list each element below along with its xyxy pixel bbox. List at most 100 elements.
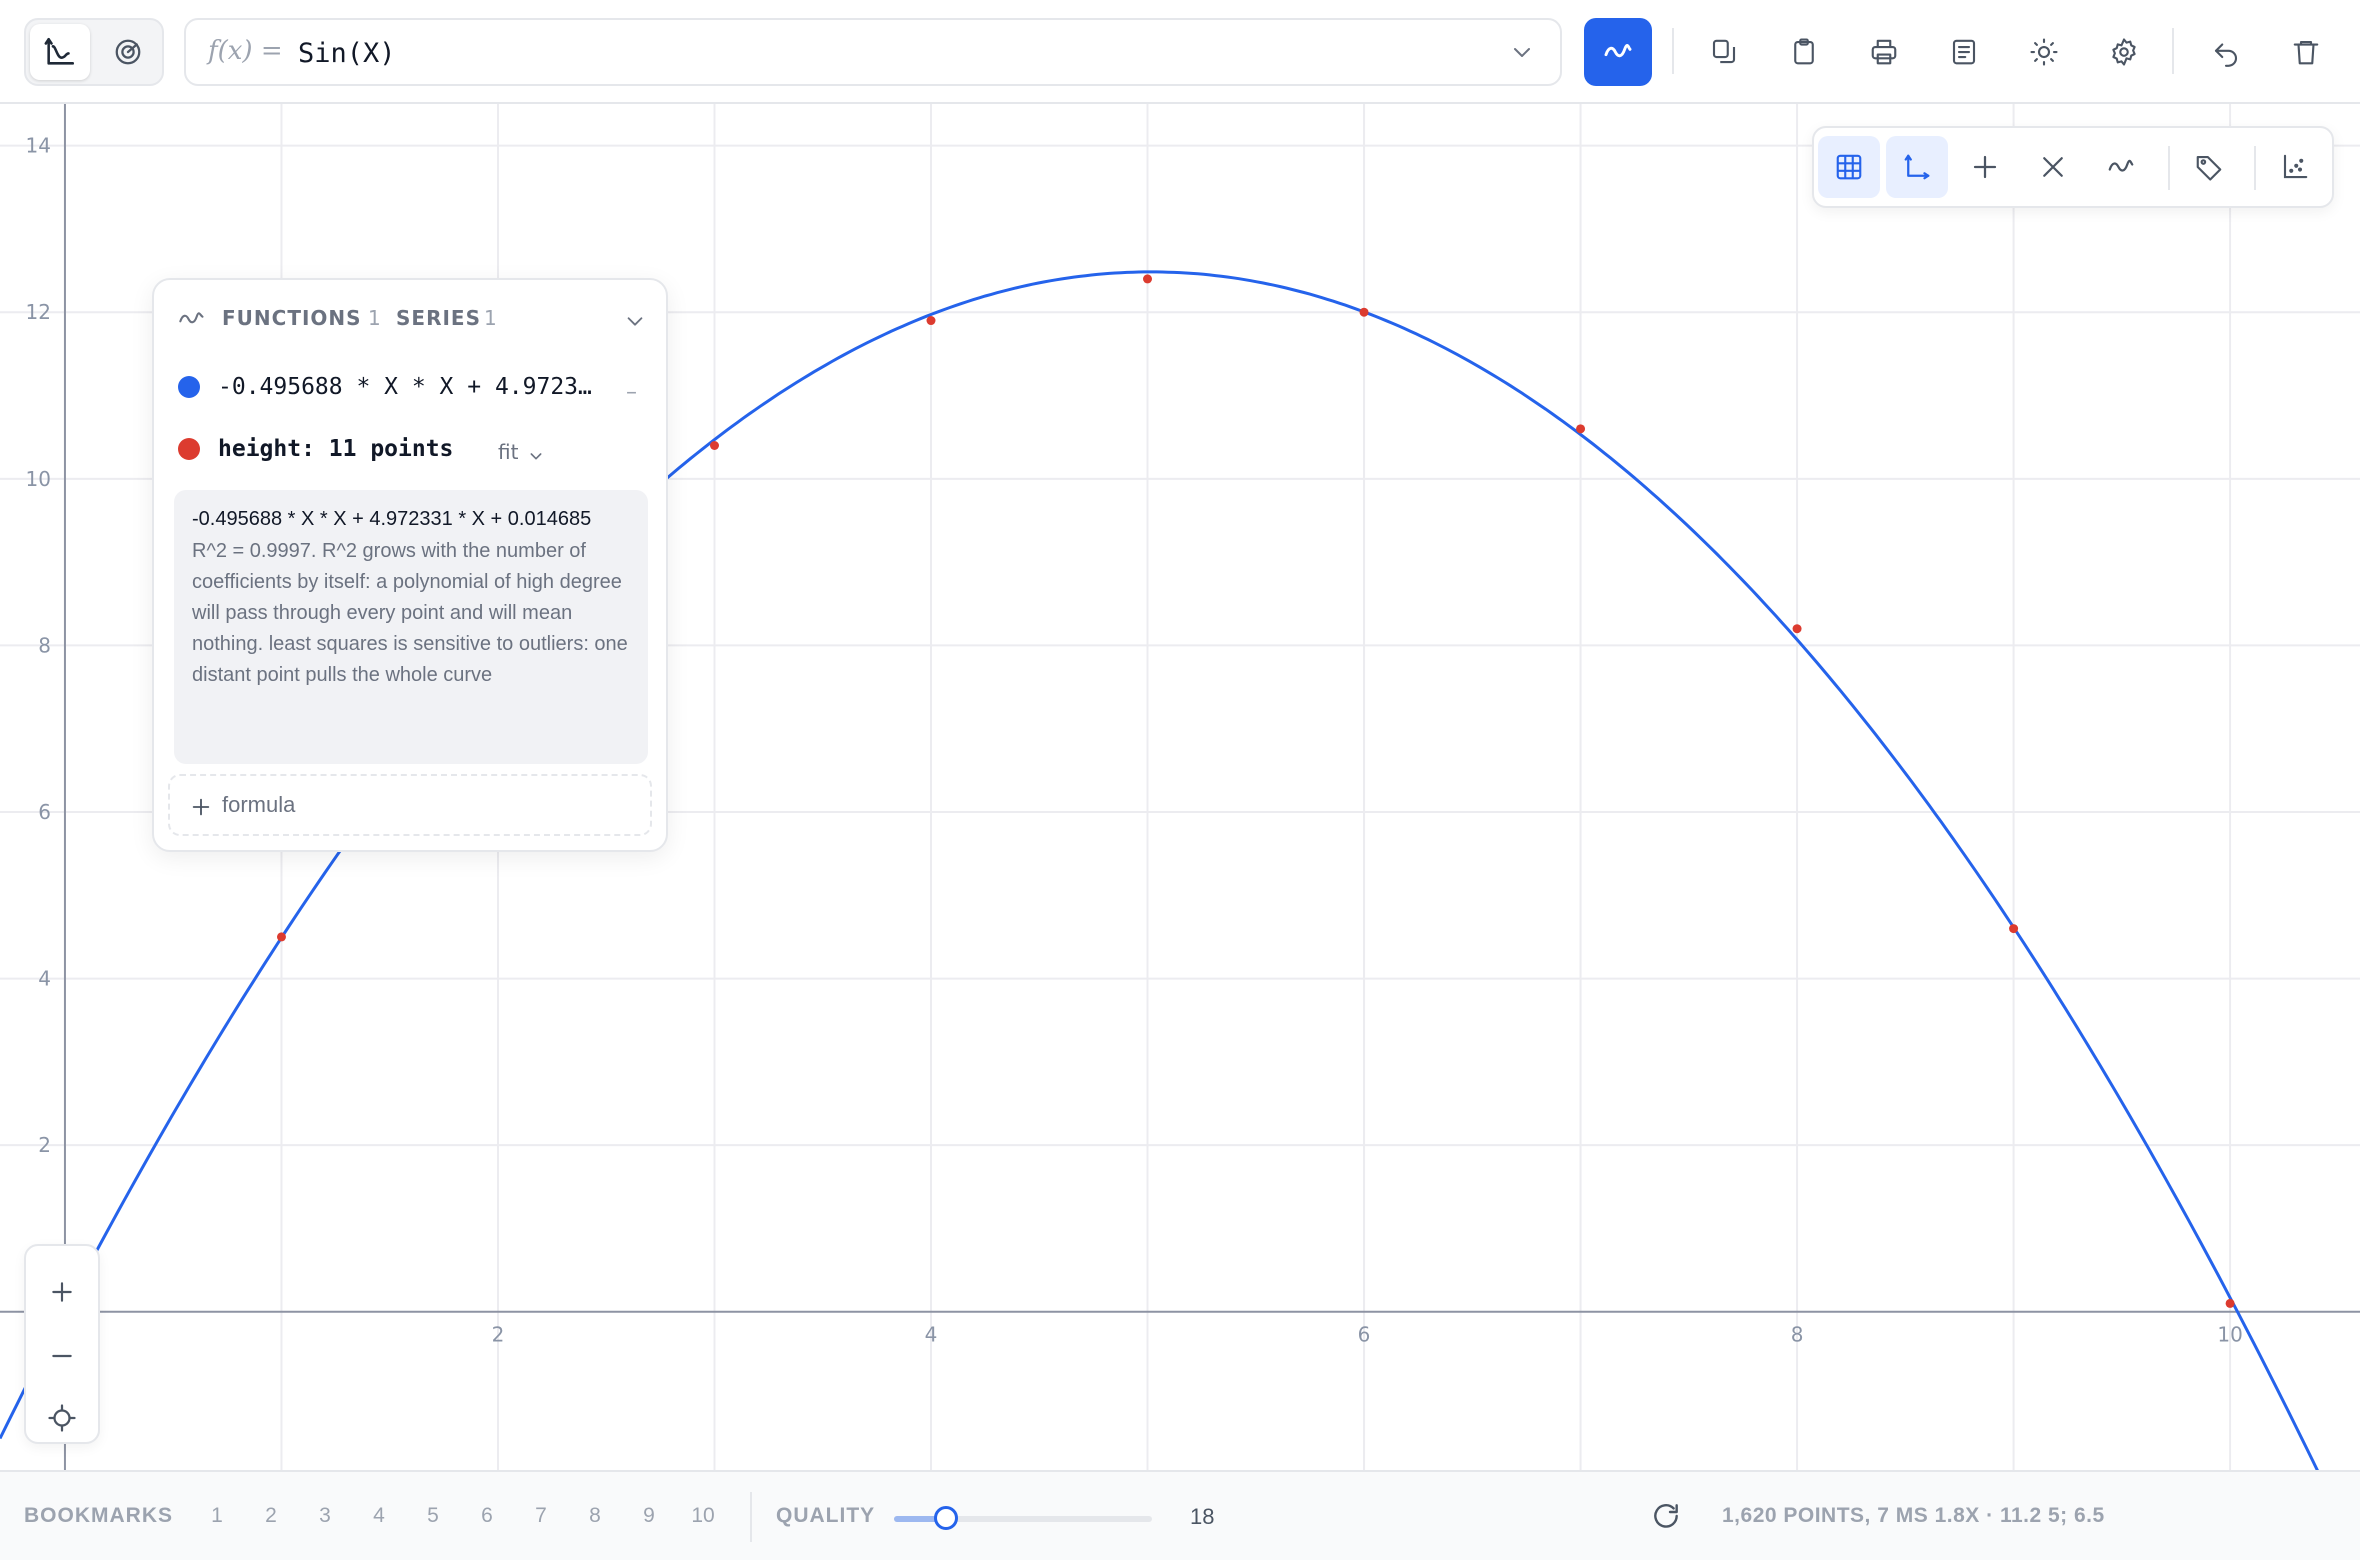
- bookmark-8[interactable]: 8: [575, 1504, 615, 1528]
- series-name[interactable]: height: 11 points: [218, 436, 453, 462]
- bookmark-2[interactable]: 2: [251, 1504, 291, 1528]
- bookmark-5[interactable]: 5: [413, 1504, 453, 1528]
- y-tick-label: 8: [38, 633, 51, 657]
- scatter-toggle[interactable]: [2264, 136, 2326, 198]
- graph-mode-button[interactable]: [30, 24, 90, 80]
- bookmark-7[interactable]: 7: [521, 1504, 561, 1528]
- gear-icon: [2112, 38, 2136, 66]
- collapse-panel-button[interactable]: [624, 310, 646, 336]
- quality-slider-handle[interactable]: [933, 1506, 958, 1530]
- paste-button[interactable]: [1778, 26, 1830, 78]
- target-icon: [115, 39, 141, 65]
- fit-formula: -0.495688 * X * X + 4.972331 * X + 0.014…: [192, 508, 592, 530]
- toolbar-divider: [1672, 28, 1674, 74]
- functions-count: 1: [368, 306, 381, 330]
- fit-result-box: -0.495688 * X * X + 4.972331 * X + 0.014…: [174, 490, 648, 764]
- x-tick-label: 6: [1358, 1323, 1371, 1347]
- plus-icon: [52, 1282, 72, 1302]
- undo-icon: [2214, 43, 2237, 67]
- zoom-controls: [24, 1244, 100, 1444]
- refresh-button[interactable]: [1650, 1500, 1682, 1537]
- y-tick-label: 2: [38, 1133, 51, 1157]
- delete-button[interactable]: [2280, 26, 2332, 78]
- data-point: [1576, 424, 1586, 434]
- remove-function-button[interactable]: –: [626, 380, 637, 405]
- recenter-button[interactable]: [36, 1392, 88, 1444]
- sun-icon: [2030, 38, 2058, 66]
- data-point: [709, 441, 719, 450]
- functions-label: FUNCTIONS: [222, 306, 362, 330]
- grid-toggle[interactable]: [1818, 136, 1880, 198]
- intersections-toggle[interactable]: [2022, 136, 2084, 198]
- quality-label: QUALITY: [776, 1504, 876, 1527]
- document-button[interactable]: [1938, 26, 1990, 78]
- tools-divider: [2168, 146, 2170, 190]
- mode-switcher: [24, 18, 164, 86]
- functions-panel: FUNCTIONS 1 SERIES 1 -0.495688 * X * X +…: [152, 278, 668, 852]
- add-formula-label: formula: [222, 792, 296, 817]
- bottom-bar: BOOKMARKS 1 2 3 4 5 6 7 8 9 10 QUALITY 1…: [0, 1470, 2360, 1560]
- axes-chart-icon: [44, 37, 75, 65]
- labels-toggle[interactable]: [2178, 136, 2240, 198]
- derivative-toggle[interactable]: [2090, 136, 2152, 198]
- data-point: [2225, 1298, 2235, 1308]
- wave-icon: [179, 312, 204, 324]
- bookmark-6[interactable]: 6: [467, 1504, 507, 1528]
- bookmark-1[interactable]: 1: [197, 1504, 237, 1528]
- y-tick-label: 4: [38, 967, 51, 991]
- axes-icon: [1904, 154, 1930, 180]
- document-icon: [1952, 39, 1976, 65]
- y-tick-label: 10: [26, 467, 51, 491]
- quality-value: 18: [1190, 1504, 1215, 1529]
- quality-slider[interactable]: [894, 1506, 1152, 1530]
- settings-button[interactable]: [2098, 26, 2150, 78]
- formula-history-dropdown[interactable]: [1510, 40, 1534, 68]
- plot-button[interactable]: [1584, 18, 1652, 86]
- chevron-down-icon: [530, 453, 542, 460]
- y-tick-label: 12: [26, 300, 51, 324]
- data-point: [276, 932, 286, 942]
- data-point: [1359, 307, 1369, 317]
- formula-input[interactable]: [296, 30, 1440, 76]
- formula-bar: f(x) =: [184, 18, 1562, 86]
- scatter-icon: [2283, 154, 2308, 179]
- copy-button[interactable]: [1698, 26, 1750, 78]
- polar-mode-button[interactable]: [98, 24, 158, 80]
- tag-icon: [2196, 155, 2222, 181]
- clipboard-icon: [1794, 38, 1814, 65]
- series-color-dot[interactable]: [178, 438, 200, 460]
- fit-chevron[interactable]: [528, 448, 544, 468]
- plus-icon: [192, 798, 210, 816]
- add-formula-button[interactable]: formula: [168, 774, 652, 836]
- x-tick-label: 4: [925, 1323, 938, 1347]
- bookmarks-label: BOOKMARKS: [24, 1504, 173, 1527]
- x-tick-label: 10: [2217, 1323, 2242, 1347]
- grid-icon: [1836, 154, 1862, 180]
- function-expression[interactable]: -0.495688 * X * X + 4.9723…: [218, 374, 592, 400]
- y-tick-label: 14: [26, 134, 51, 158]
- fit-description: R^2 = 0.9997. R^2 grows with the number …: [192, 540, 628, 686]
- render-status: 1,620 POINTS, 7 MS 1.8X · 11.2 5; 6.5: [1722, 1504, 2105, 1527]
- bookmark-4[interactable]: 4: [359, 1504, 399, 1528]
- bookmark-9[interactable]: 9: [629, 1504, 669, 1528]
- undo-button[interactable]: [2200, 26, 2252, 78]
- bottom-divider: [750, 1492, 752, 1542]
- bookmark-10[interactable]: 10: [683, 1504, 723, 1528]
- function-color-dot[interactable]: [178, 376, 200, 398]
- print-button[interactable]: [1858, 26, 1910, 78]
- wave-icon: [1604, 43, 1632, 58]
- data-point: [1792, 624, 1802, 634]
- x-icon: [2043, 157, 2063, 177]
- top-toolbar: f(x) =: [0, 0, 2360, 104]
- theme-button[interactable]: [2018, 26, 2070, 78]
- zoom-in-button[interactable]: [36, 1266, 88, 1318]
- data-point: [2009, 924, 2019, 934]
- wave-icon: [2108, 159, 2134, 172]
- axes-toggle[interactable]: [1886, 136, 1948, 198]
- chevron-down-icon: [627, 317, 643, 326]
- zoom-out-button[interactable]: [36, 1330, 88, 1382]
- bookmark-3[interactable]: 3: [305, 1504, 345, 1528]
- fit-dropdown[interactable]: fit: [498, 440, 518, 464]
- crosshair-toggle[interactable]: [1954, 136, 2016, 198]
- series-label: SERIES: [396, 306, 481, 330]
